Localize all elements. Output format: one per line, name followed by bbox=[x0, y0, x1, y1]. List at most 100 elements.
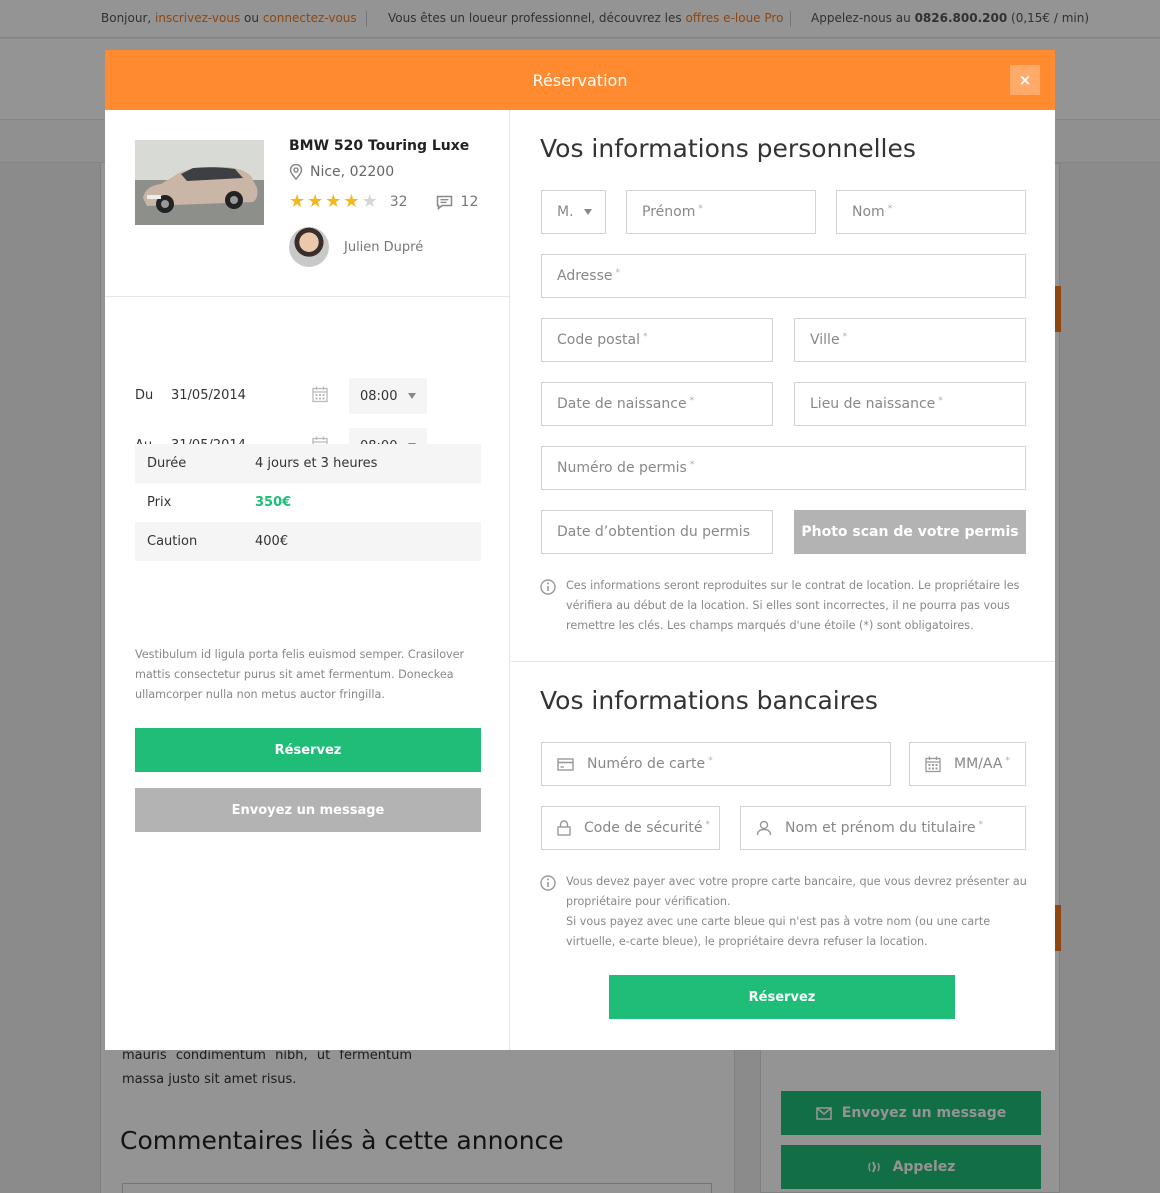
cardholder-field[interactable]: Nom et prénom du titulaire * bbox=[740, 806, 1026, 850]
license-date-placeholder: Date d’obtention du permis bbox=[557, 524, 750, 540]
expiry-placeholder: MM/AA bbox=[954, 756, 1003, 772]
summary-key: Caution bbox=[147, 534, 198, 549]
personal-info-note: Ces informations seront reproduites sur … bbox=[540, 576, 1030, 636]
close-icon: × bbox=[1018, 71, 1032, 89]
birthdate-placeholder: Date de naissance bbox=[557, 396, 687, 412]
reserve-submit-button[interactable]: Réservez bbox=[609, 975, 955, 1019]
owner[interactable]: Julien Dupré bbox=[289, 227, 423, 267]
civility-value: M. bbox=[557, 204, 574, 220]
required-mark: * bbox=[643, 332, 648, 342]
reserve-button-label: Réservez bbox=[274, 742, 342, 758]
card-number-field[interactable]: Numéro de carte * bbox=[541, 742, 891, 786]
info-icon bbox=[540, 875, 556, 891]
booking-description: Vestibulum id ligula porta felis euismod… bbox=[135, 648, 465, 701]
map-pin-icon bbox=[289, 164, 303, 180]
license-number-placeholder: Numéro de permis bbox=[557, 460, 687, 476]
personal-info-title: Vos informations personnelles bbox=[540, 134, 916, 163]
comment-icon bbox=[436, 195, 452, 210]
owner-name: Julien Dupré bbox=[344, 239, 424, 255]
star-empty-icon: ★ bbox=[361, 191, 378, 212]
birthplace-field[interactable]: Lieu de naissance * bbox=[794, 382, 1026, 426]
start-time-select[interactable]: 08:00 bbox=[349, 378, 427, 414]
lock-icon bbox=[557, 820, 571, 836]
security-code-placeholder: Code de sécurité bbox=[584, 820, 703, 836]
postcode-placeholder: Code postal bbox=[557, 332, 640, 348]
comments-count: 12 bbox=[460, 194, 479, 210]
start-date-row: Du 31/05/2014 08:00 bbox=[135, 378, 435, 414]
info-icon bbox=[540, 579, 556, 595]
star-filled-icon: ★ bbox=[343, 191, 360, 212]
listing-title[interactable]: BMW 520 Touring Luxe bbox=[289, 138, 469, 154]
start-time-value: 08:00 bbox=[360, 388, 398, 404]
rating-stars: ★ ★ ★ ★ ★ bbox=[289, 193, 380, 211]
user-icon bbox=[756, 820, 772, 836]
avatar bbox=[289, 227, 329, 267]
security-code-field[interactable]: Code de sécurité * bbox=[541, 806, 720, 850]
summary-key: Prix bbox=[147, 495, 172, 510]
card-number-placeholder: Numéro de carte bbox=[587, 756, 706, 772]
reviews-count: 32 bbox=[389, 194, 408, 210]
expiry-field[interactable]: MM/AA * bbox=[909, 742, 1026, 786]
chevron-down-icon bbox=[584, 209, 592, 215]
summary-value: 350€ bbox=[255, 495, 292, 510]
credit-card-icon bbox=[557, 757, 574, 771]
required-mark: * bbox=[1005, 756, 1010, 766]
rating: ★ ★ ★ ★ ★ 32 12 bbox=[289, 193, 478, 211]
banking-note-line-1: Vous devez payer avec votre propre carte… bbox=[566, 875, 1027, 908]
start-date-label: Du bbox=[135, 388, 154, 403]
listing-location: Nice, 02200 bbox=[289, 164, 394, 180]
banking-note-text: Vous devez payer avec votre propre carte… bbox=[566, 872, 1030, 952]
price-summary: Durée 4 jours et 3 heures Prix 350€ Caut… bbox=[135, 444, 481, 561]
license-number-field[interactable]: Numéro de permis * bbox=[541, 446, 1026, 490]
civility-select[interactable]: M. bbox=[541, 190, 606, 234]
license-scan-label: Photo scan de votre permis bbox=[801, 524, 1019, 540]
required-mark: * bbox=[689, 460, 695, 470]
chevron-down-icon bbox=[408, 393, 416, 399]
car-photo bbox=[135, 140, 264, 225]
address-placeholder: Adresse bbox=[557, 268, 613, 284]
postcode-field[interactable]: Code postal * bbox=[541, 318, 773, 362]
reservation-form: Vos informations personnelles M. Prénom *… bbox=[511, 110, 1055, 1050]
modal-title: Réservation bbox=[532, 70, 628, 90]
summary-row-deposit: Caution 400€ bbox=[135, 522, 481, 561]
modal-header: Réservation × bbox=[105, 50, 1055, 110]
license-scan-button[interactable]: Photo scan de votre permis bbox=[794, 510, 1026, 554]
banking-note-line-2: Si vous payez avec une carte bleue qui n… bbox=[566, 915, 991, 948]
required-mark: * bbox=[689, 396, 695, 406]
city-placeholder: Ville bbox=[810, 332, 840, 348]
listing-card: BMW 520 Touring Luxe Nice, 02200 ★ ★ ★ ★ ★ 3… bbox=[105, 110, 510, 297]
send-message-button[interactable]: Envoyez un message bbox=[135, 788, 481, 832]
firstname-field[interactable]: Prénom * bbox=[626, 190, 816, 234]
close-button[interactable]: × bbox=[1010, 65, 1040, 95]
required-mark: * bbox=[705, 820, 710, 830]
summary-value: 4 jours et 3 heures bbox=[255, 456, 378, 471]
required-mark: * bbox=[708, 756, 713, 766]
summary-row-price: Prix 350€ bbox=[135, 483, 481, 522]
firstname-placeholder: Prénom bbox=[642, 204, 696, 220]
booking-summary-panel: BMW 520 Touring Luxe Nice, 02200 ★ ★ ★ ★ ★ 3… bbox=[105, 110, 510, 1050]
birthdate-field[interactable]: Date de naissance * bbox=[541, 382, 773, 426]
summary-value: 400€ bbox=[255, 534, 289, 549]
star-filled-icon: ★ bbox=[289, 191, 306, 212]
calendar-icon bbox=[925, 756, 941, 773]
location-text: Nice, 02200 bbox=[310, 164, 395, 180]
city-field[interactable]: Ville * bbox=[794, 318, 1026, 362]
cardholder-placeholder: Nom et prénom du titulaire bbox=[785, 820, 976, 836]
required-mark: * bbox=[978, 820, 984, 830]
send-message-label: Envoyez un message bbox=[231, 802, 385, 818]
required-mark: * bbox=[887, 204, 893, 214]
star-filled-icon: ★ bbox=[307, 191, 324, 212]
required-mark: * bbox=[698, 204, 703, 214]
star-filled-icon: ★ bbox=[325, 191, 342, 212]
address-field[interactable]: Adresse * bbox=[541, 254, 1026, 298]
start-date-value[interactable]: 31/05/2014 bbox=[171, 388, 246, 403]
lastname-placeholder: Nom bbox=[852, 204, 885, 220]
reserve-button[interactable]: Réservez bbox=[135, 728, 481, 772]
license-date-field[interactable]: Date d’obtention du permis bbox=[541, 510, 773, 554]
calendar-icon[interactable] bbox=[312, 386, 328, 403]
lastname-field[interactable]: Nom * bbox=[836, 190, 1026, 234]
required-mark: * bbox=[842, 332, 848, 342]
reserve-submit-label: Réservez bbox=[748, 989, 816, 1005]
required-mark: * bbox=[615, 268, 620, 278]
summary-row-duration: Durée 4 jours et 3 heures bbox=[135, 444, 481, 483]
